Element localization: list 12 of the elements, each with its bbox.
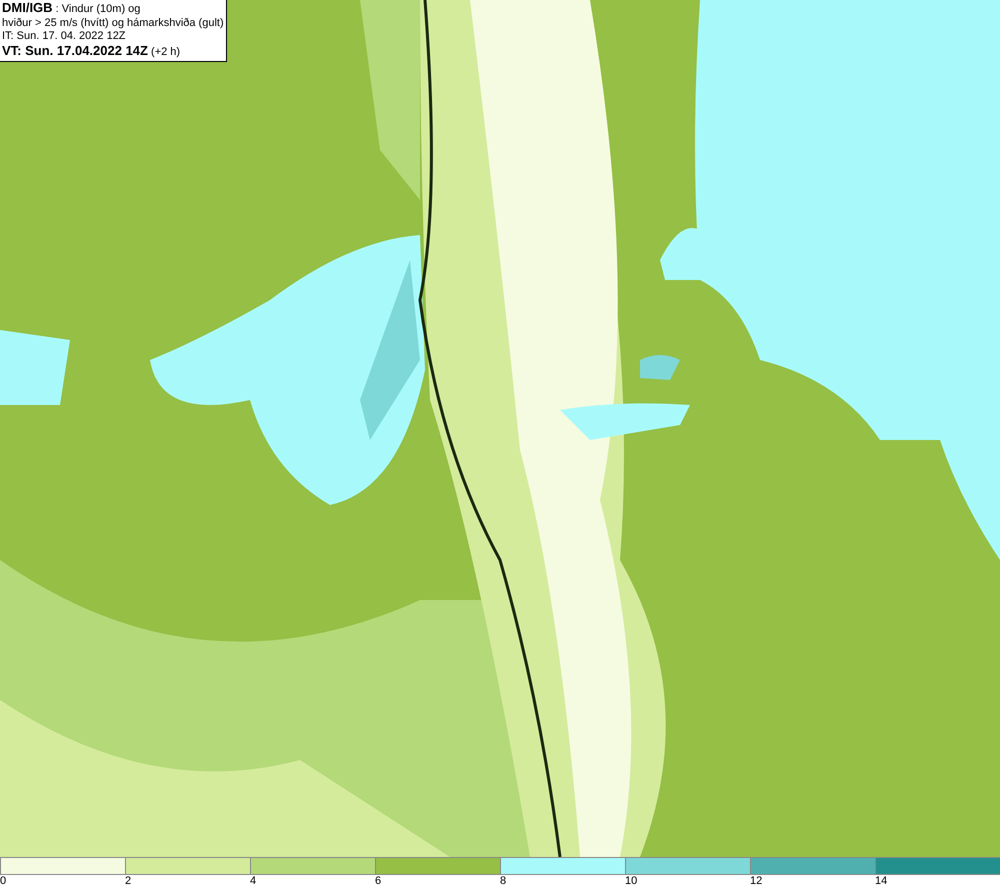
header-text: IT: Sun. 17. 04. 2022 12Z	[2, 30, 127, 44]
legend-label: 6	[375, 875, 382, 887]
legend-label: 10	[625, 875, 638, 887]
legend-label: 0	[0, 875, 6, 887]
legend-label: 12	[750, 875, 762, 887]
header-text: VT: Sun. 17.04.2022 14Z (+2 h)	[2, 44, 182, 59]
legend-label: 4	[250, 875, 256, 887]
legend-label: 8	[500, 875, 506, 887]
legend-label: 2	[125, 875, 132, 887]
header-text: hviður > 25 m/s (hvítt) og hámarkshviða (gult)	[2, 16, 222, 30]
legend-label: 14	[875, 875, 888, 887]
header-text: DMI/IGB : Vindur (10m) og	[2, 1, 142, 16]
